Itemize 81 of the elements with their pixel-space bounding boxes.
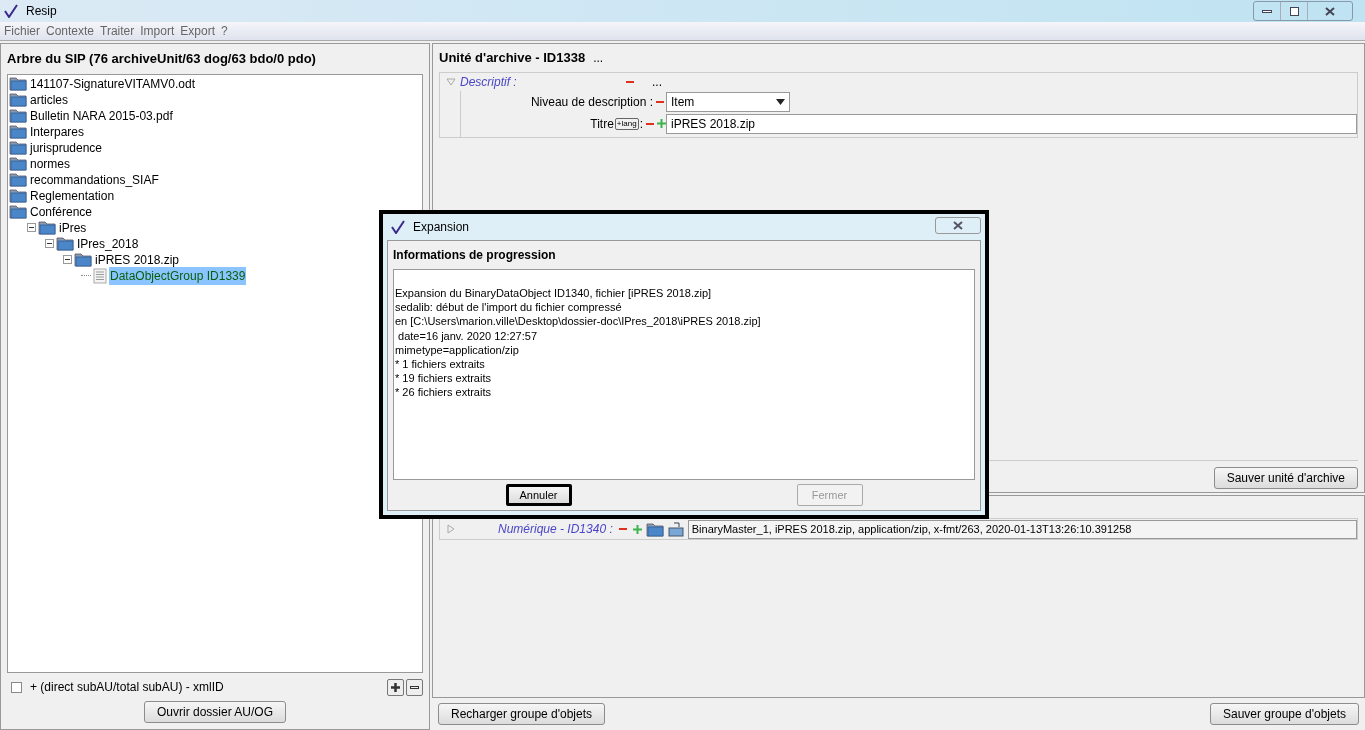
log-line: sedalib: début de l'import du fichier compressé	[395, 300, 623, 315]
object-summary-field[interactable]: BinaryMaster_1, iPRES 2018.zip, application/zip, x-fmt/263, 2020-01-13T13:26:10.391258	[687, 519, 1357, 539]
add-icon[interactable]	[632, 524, 642, 534]
log-line: * 26 fichiers extraits	[395, 385, 492, 400]
folder-icon	[9, 108, 27, 123]
title-field[interactable]: iPRES 2018.zip	[666, 113, 1357, 134]
tree-item[interactable]: 141107-SignatureVITAMV0.odt	[29, 74, 196, 93]
collapse-toggle[interactable]	[63, 255, 72, 264]
log-line: * 1 fichiers extraits	[395, 357, 486, 372]
log-line: date=16 janv. 2020 12:27:57	[397, 328, 538, 343]
expand-toggle-icon[interactable]	[446, 524, 456, 534]
folder-icon	[9, 140, 27, 155]
panel-title: Arbre du SIP (76 archiveUnit/63 dog/63 bdo/0 pdo)	[7, 50, 317, 68]
dropdown-arrow-icon	[776, 98, 785, 105]
tree-item[interactable]: articles	[29, 90, 69, 109]
close-button[interactable]	[935, 216, 981, 234]
folder-icon	[9, 204, 27, 219]
log-line: Expansion du BinaryDataObject ID1340, fichier [iPRES 2018.zip]	[395, 286, 713, 301]
checkbox-label: + (direct subAU/total subAU) - xmlID	[30, 679, 224, 696]
plus-icon	[390, 681, 401, 693]
checkbox[interactable]	[11, 681, 22, 693]
level-dropdown[interactable]: Item	[666, 91, 790, 112]
folder-icon	[9, 92, 27, 107]
tree-item[interactable]: DataObjectGroup ID1339	[109, 266, 247, 285]
tree-item[interactable]: Conférence	[29, 202, 94, 221]
menu-item[interactable]: Traiter	[100, 22, 135, 40]
tree-item[interactable]: jurisprudence	[29, 138, 104, 157]
reload-objects-button[interactable]: Recharger groupe d'objets	[438, 703, 606, 725]
document-icon	[93, 267, 107, 284]
tree-item[interactable]: Reglementation	[29, 186, 116, 205]
app-logo-icon	[391, 220, 405, 234]
save-objects-button[interactable]: Sauver groupe d'objets	[1209, 703, 1359, 725]
tree-item[interactable]: iPRES 2018.zip	[94, 250, 181, 269]
dialog-title: Expansion	[413, 219, 470, 236]
folder-icon	[9, 156, 27, 171]
more-icon[interactable]: ...	[593, 48, 604, 67]
folder-icon	[9, 188, 27, 203]
panel-title: Unité d'archive - ID1338	[439, 49, 586, 67]
add-icon[interactable]	[657, 119, 666, 128]
expand-toggle-icon[interactable]	[446, 76, 456, 87]
log-line: en [C:\Users\marion.ville\Desktop\dossier-doc\IPres_2018\iPRES 2018.zip]	[395, 314, 762, 329]
folder-icon	[9, 124, 27, 139]
export-icon[interactable]	[667, 521, 684, 537]
open-folder-button[interactable]: Ouvrir dossier AU/OG	[144, 701, 286, 723]
dialog-button[interactable]: Annuler	[505, 484, 572, 506]
tree-item[interactable]: Bulletin NARA 2015-03.pdf	[29, 106, 174, 125]
object-label: Numérique - ID1340 :	[498, 521, 613, 538]
folder-icon	[56, 236, 74, 251]
menu-item[interactable]: ?	[221, 22, 228, 40]
language-button[interactable]: +lang	[614, 117, 639, 130]
menu-item[interactable]: Export	[180, 22, 215, 40]
field-label: Niveau de description :	[530, 93, 653, 111]
tree-item[interactable]: recommandations_SIAF	[29, 170, 160, 189]
dialog-heading: Informations de progression	[393, 247, 557, 264]
log-line: mimetype=application/zip	[395, 342, 520, 357]
folder-icon	[9, 172, 27, 187]
tree-item[interactable]: IPres_2018	[76, 234, 140, 253]
window-title: Resip	[26, 3, 57, 20]
colon-label: :	[639, 115, 643, 133]
close-icon[interactable]	[1325, 6, 1335, 16]
add-button[interactable]	[387, 678, 404, 696]
menu-item[interactable]: Import	[140, 22, 175, 40]
collapse-toggle[interactable]	[45, 239, 54, 248]
section-label: Descriptif :	[460, 73, 518, 91]
remove-icon[interactable]	[406, 678, 423, 696]
tree-item[interactable]: Interpares	[29, 122, 86, 141]
field-label: Titre	[590, 115, 614, 133]
tree-item[interactable]: iPres	[58, 218, 88, 237]
folder-icon	[645, 521, 664, 537]
more-icon[interactable]: ...	[652, 72, 662, 91]
save-unit-button[interactable]: Sauver unité d'archive	[1213, 467, 1358, 489]
folder-icon	[74, 252, 92, 267]
app-logo-icon	[4, 4, 18, 18]
menu-item[interactable]: Contexte	[46, 22, 95, 40]
tree-item[interactable]: normes	[29, 154, 71, 173]
folder-icon	[38, 220, 56, 235]
menu-item[interactable]: Fichier	[4, 22, 40, 40]
close-icon	[953, 220, 963, 230]
folder-icon	[9, 76, 27, 91]
collapse-toggle[interactable]	[27, 223, 36, 232]
log-line: * 19 fichiers extraits	[395, 371, 492, 386]
